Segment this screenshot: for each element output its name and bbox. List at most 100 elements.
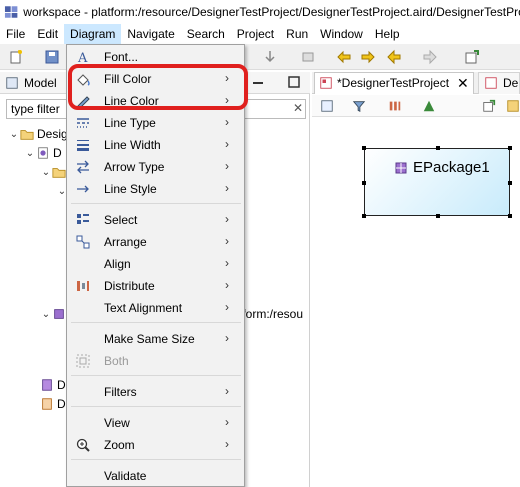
- submenu-arrow-icon: ›: [225, 331, 229, 345]
- menu-item-make-same-size[interactable]: Make Same Size ›: [67, 328, 244, 350]
- ecore-file-icon: [42, 379, 52, 391]
- menu-bar: File Edit Diagram Navigate Search Projec…: [0, 24, 520, 44]
- menu-item-label: Line Style: [104, 182, 157, 196]
- submenu-arrow-icon: ›: [225, 137, 229, 151]
- line-style-icon: [77, 185, 89, 193]
- epackage-node-label-group: EPackage1: [395, 159, 490, 176]
- clear-filter-icon[interactable]: ✕: [293, 101, 303, 115]
- menu-separator: [71, 203, 241, 204]
- expand-arrow-icon[interactable]: ⌄: [40, 309, 52, 320]
- menu-item-view[interactable]: View ›: [67, 412, 244, 434]
- editor-tab-active[interactable]: *DesignerTestProject ✕: [314, 72, 474, 94]
- epackage-node[interactable]: EPackage1: [362, 146, 512, 218]
- selection-handle[interactable]: [436, 214, 440, 218]
- refresh-icon[interactable]: [506, 99, 520, 113]
- maximize-icon[interactable]: [288, 76, 300, 88]
- menu-diagram[interactable]: Diagram: [64, 24, 122, 44]
- menu-window[interactable]: Window: [314, 24, 369, 44]
- prev-annotation-icon[interactable]: [336, 49, 352, 65]
- next-annotation-icon[interactable]: [360, 49, 376, 65]
- font-icon: A: [77, 51, 88, 65]
- aird-file-icon: [38, 147, 48, 159]
- shape-color-icon[interactable]: [422, 99, 436, 113]
- forward-icon[interactable]: [422, 49, 438, 65]
- menu-item-label: Make Same Size: [104, 332, 195, 346]
- menu-help[interactable]: Help: [369, 24, 406, 44]
- back-icon[interactable]: [386, 49, 402, 65]
- project-folder-icon: [20, 130, 34, 140]
- tree-item-label: D: [53, 146, 62, 160]
- open-perspective-icon[interactable]: [464, 49, 480, 65]
- tree-item[interactable]: D: [40, 395, 66, 413]
- selection-handle[interactable]: [436, 146, 440, 150]
- menu-item-filters[interactable]: Filters ›: [67, 381, 244, 403]
- folder-icon: [52, 168, 66, 178]
- filter-icon[interactable]: [352, 99, 366, 113]
- menu-item-distribute[interactable]: Distribute ›: [67, 275, 244, 297]
- selection-handle[interactable]: [508, 214, 512, 218]
- submenu-arrow-icon: ›: [225, 212, 229, 226]
- distribute-icon[interactable]: [388, 99, 402, 113]
- epackage-icon: [54, 309, 64, 319]
- window-title: workspace - platform:/resource/DesignerT…: [23, 5, 520, 19]
- line-width-icon: [77, 140, 89, 151]
- menu-item-zoom[interactable]: Zoom ›: [67, 434, 244, 456]
- menu-item-label: View: [104, 416, 130, 430]
- save-icon[interactable]: [44, 49, 60, 65]
- menu-item-both: Both: [67, 350, 244, 372]
- distribute-icon: [77, 281, 89, 291]
- menu-search[interactable]: Search: [181, 24, 231, 44]
- submenu-arrow-icon: ›: [225, 437, 229, 451]
- menu-item-line-type[interactable]: Line Type ›: [67, 112, 244, 134]
- submenu-arrow-icon: ›: [225, 278, 229, 292]
- export-icon[interactable]: [482, 99, 496, 113]
- menu-item-text-alignment[interactable]: Text Alignment ›: [67, 297, 244, 319]
- menu-item-line-width[interactable]: Line Width ›: [67, 134, 244, 156]
- menu-item-validate[interactable]: Validate: [67, 465, 244, 487]
- nav-down-icon[interactable]: [262, 49, 278, 65]
- menu-item-label: Arrange: [104, 235, 147, 249]
- menu-item-label: Zoom: [104, 438, 135, 452]
- nav-icon[interactable]: [300, 49, 316, 65]
- submenu-arrow-icon: ›: [225, 256, 229, 270]
- menu-item-select[interactable]: Select ›: [67, 209, 244, 231]
- menu-item-label: Validate: [104, 469, 147, 483]
- selection-handle[interactable]: [508, 146, 512, 150]
- layer-icon[interactable]: [320, 99, 334, 113]
- tree-item[interactable]: ⌄: [40, 163, 69, 181]
- epackage-node-label: EPackage1: [413, 159, 490, 176]
- model-explorer-icon: [6, 77, 18, 89]
- menu-item-label: Text Alignment: [104, 301, 183, 315]
- menu-item-line-style[interactable]: Line Style ›: [67, 178, 244, 200]
- tree-filter-placeholder: type filter: [11, 102, 60, 116]
- menu-item-label: Font...: [104, 50, 139, 64]
- selection-handle[interactable]: [508, 181, 512, 185]
- editor-tab-inactive[interactable]: De: [478, 72, 520, 94]
- tree-item[interactable]: ⌄ Desig: [8, 125, 68, 143]
- menu-edit[interactable]: Edit: [31, 24, 64, 44]
- tree-item[interactable]: ⌄ D: [24, 144, 62, 162]
- menu-separator: [71, 459, 241, 460]
- selection-handle[interactable]: [362, 146, 366, 150]
- editor-tab-bar: *DesignerTestProject ✕ De: [312, 72, 520, 94]
- menu-run[interactable]: Run: [280, 24, 314, 44]
- menu-project[interactable]: Project: [231, 24, 280, 44]
- selection-handle[interactable]: [362, 214, 366, 218]
- close-tab-icon[interactable]: ✕: [457, 73, 469, 93]
- menu-item-arrange[interactable]: Arrange ›: [67, 231, 244, 253]
- submenu-arrow-icon: ›: [225, 181, 229, 195]
- menu-item-arrow-type[interactable]: Arrow Type ›: [67, 156, 244, 178]
- expand-arrow-icon[interactable]: ⌄: [24, 148, 36, 159]
- new-icon[interactable]: [8, 49, 24, 65]
- tree-item[interactable]: D: [40, 376, 66, 394]
- submenu-arrow-icon: ›: [225, 300, 229, 314]
- menu-item-align[interactable]: Align ›: [67, 253, 244, 275]
- minimize-icon[interactable]: [252, 78, 264, 88]
- menu-navigate[interactable]: Navigate: [121, 24, 180, 44]
- expand-arrow-icon[interactable]: ⌄: [40, 167, 52, 178]
- selection-handle[interactable]: [362, 181, 366, 185]
- eclipse-app-icon: [4, 6, 18, 18]
- expand-arrow-icon[interactable]: ⌄: [8, 129, 20, 140]
- tree-item-label: D: [57, 397, 66, 411]
- menu-file[interactable]: File: [0, 24, 31, 44]
